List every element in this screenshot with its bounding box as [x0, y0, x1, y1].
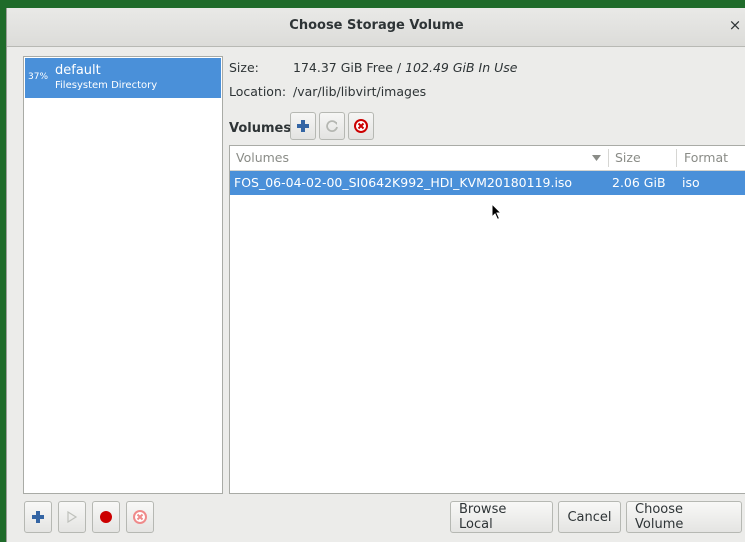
volume-name: FOS_06-04-02-00_SI0642K992_HDI_KVM201801…: [234, 175, 573, 190]
stop-pool-button[interactable]: [92, 501, 120, 533]
add-icon: [297, 120, 309, 132]
choose-storage-volume-dialog: Choose Storage Volume × 37% default File…: [6, 8, 745, 542]
location-value: /var/lib/libvirt/images: [293, 84, 427, 99]
start-pool-icon: [67, 511, 78, 523]
column-header-format[interactable]: Format: [684, 150, 728, 165]
size-value: 174.37 GiB Free / 102.49 GiB In Use: [293, 60, 517, 75]
column-separator: [608, 149, 609, 167]
location-label: Location:: [229, 84, 287, 99]
volumes-label: Volumes: [229, 121, 292, 136]
refresh-volume-button[interactable]: [319, 112, 345, 140]
column-header-size[interactable]: Size: [615, 150, 641, 165]
choose-volume-button[interactable]: Choose Volume: [626, 501, 742, 533]
cancel-button[interactable]: Cancel: [558, 501, 621, 533]
start-pool-button[interactable]: [58, 501, 86, 533]
column-header-volumes[interactable]: Volumes: [236, 150, 289, 165]
add-pool-button[interactable]: [24, 501, 52, 533]
delete-pool-button[interactable]: [126, 501, 154, 533]
table-row[interactable]: FOS_06-04-02-00_SI0642K992_HDI_KVM201801…: [230, 171, 745, 195]
storage-pool-list: 37% default Filesystem Directory: [23, 56, 223, 494]
size-free: 174.37 GiB Free /: [293, 60, 406, 75]
pool-usage-percent: 37%: [28, 72, 49, 82]
sort-down-icon[interactable]: [592, 155, 601, 161]
size-in-use: 102.49 GiB In Use: [405, 60, 518, 75]
pool-type: Filesystem Directory: [55, 80, 158, 91]
pool-item-default[interactable]: 37% default Filesystem Directory: [25, 58, 221, 98]
volume-size: 2.06 GiB: [612, 175, 666, 190]
add-pool-icon: [32, 511, 44, 523]
table-header: Volumes Size Format: [230, 146, 745, 171]
column-separator: [676, 149, 677, 167]
size-label: Size:: [229, 60, 259, 75]
refresh-icon: [326, 120, 338, 132]
add-volume-button[interactable]: [290, 112, 316, 140]
browse-local-button[interactable]: Browse Local: [450, 501, 553, 533]
dialog-title: Choose Storage Volume: [289, 18, 464, 33]
pool-name: default: [55, 63, 101, 78]
stop-pool-icon: [100, 511, 112, 523]
delete-icon: [354, 119, 368, 133]
title-bar: Choose Storage Volume ×: [7, 8, 745, 47]
volume-format: iso: [682, 175, 700, 190]
delete-volume-button[interactable]: [348, 112, 374, 140]
close-icon[interactable]: ×: [728, 17, 742, 33]
mouse-pointer-icon: [491, 203, 503, 221]
delete-pool-icon: [133, 510, 147, 524]
volumes-table: Volumes Size Format FOS_06-04-02-00_SI06…: [229, 145, 745, 494]
